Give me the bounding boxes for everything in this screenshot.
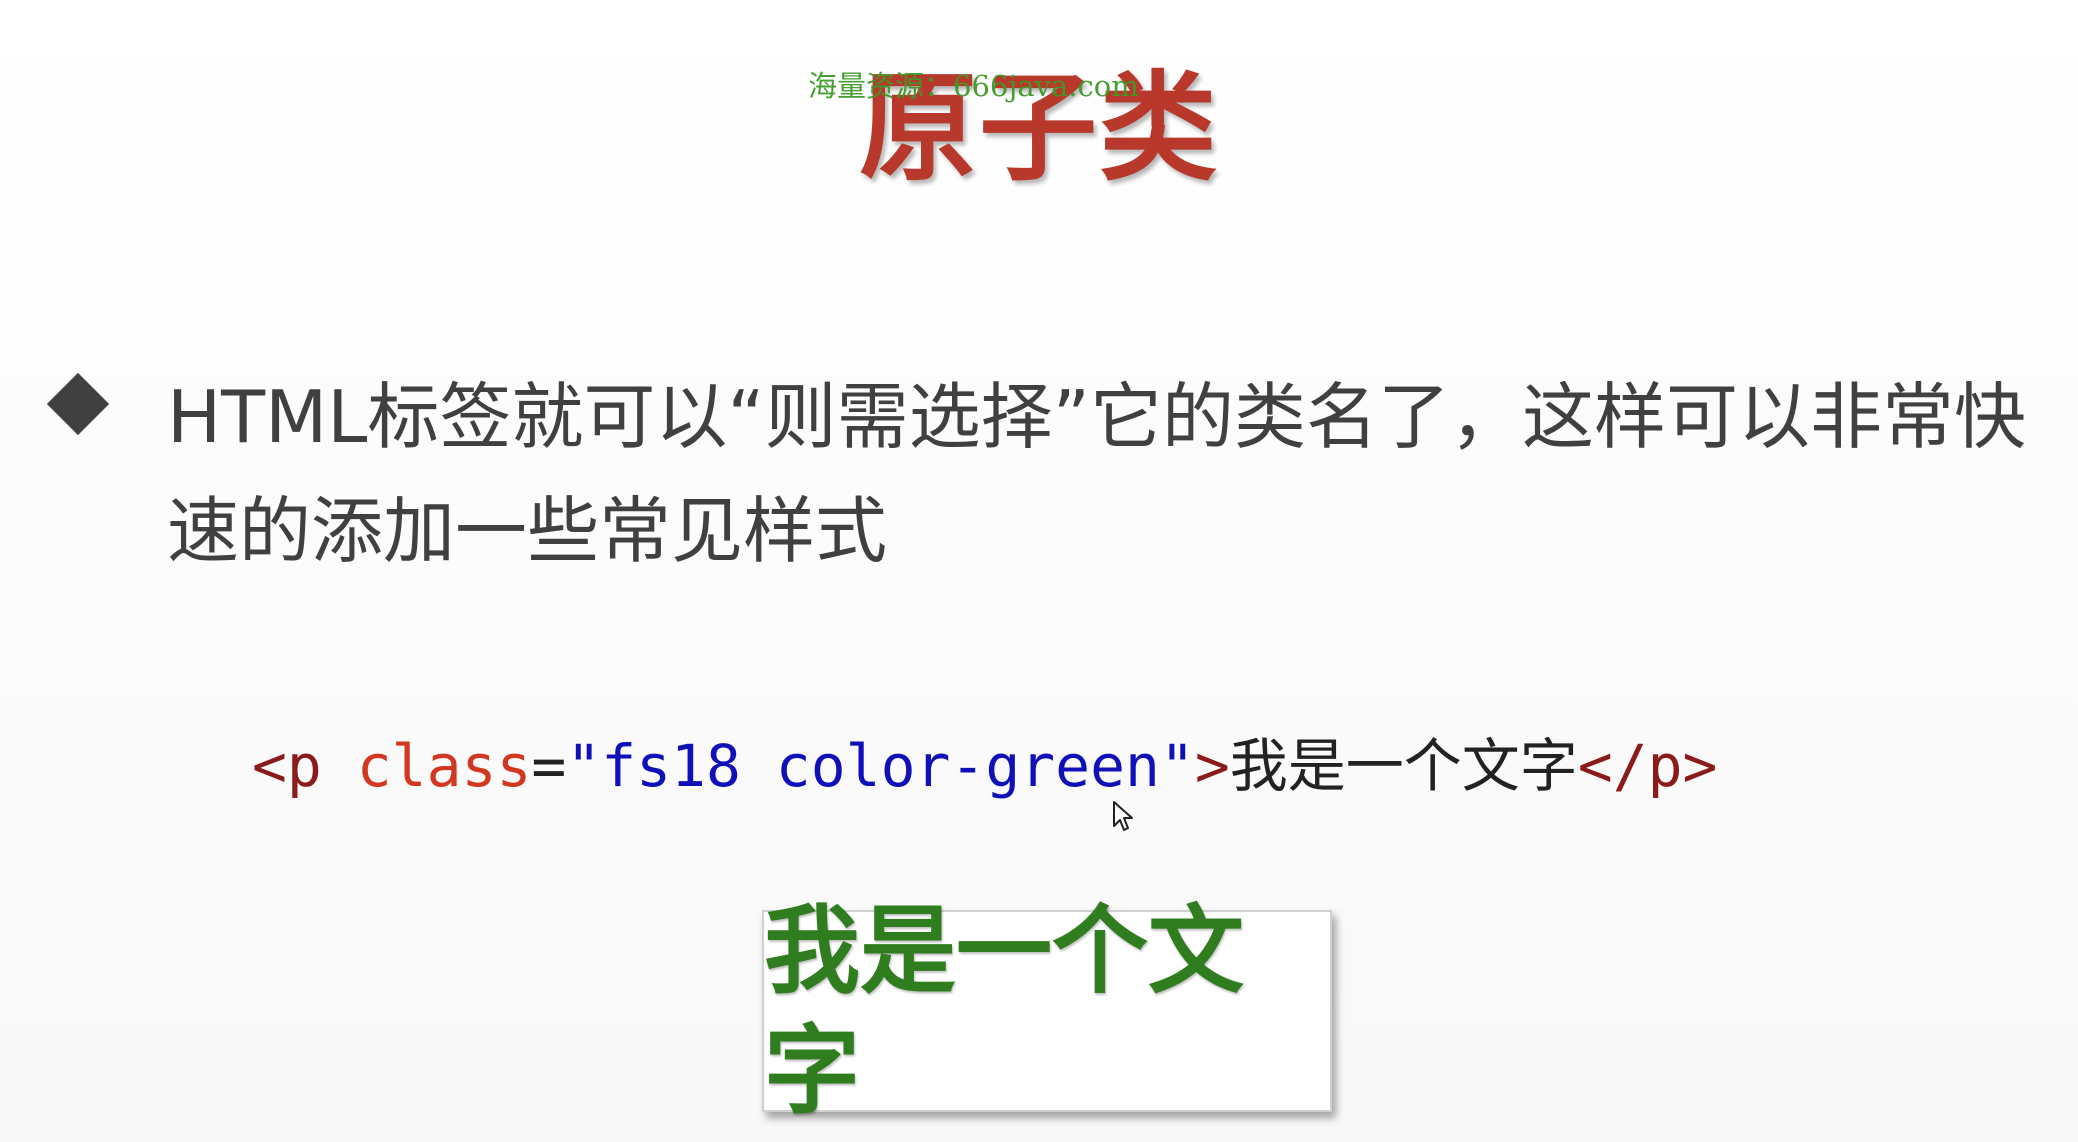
code-content: 我是一个文字 xyxy=(1229,732,1578,800)
code-attribute-value: "fs18 color-green" xyxy=(566,732,1195,800)
diamond-bullet-icon xyxy=(46,372,110,436)
slide: 原子类 海量资源：666java.com HTML标签就可以“则需选择”它的类名… xyxy=(0,0,2078,1142)
code-tag-name: p xyxy=(286,732,322,800)
code-end-tag: </p> xyxy=(1577,732,1718,800)
mouse-pointer-icon xyxy=(1113,801,1133,831)
demo-output-box: 我是一个文字 xyxy=(762,895,1332,1127)
code-open-bracket: < xyxy=(252,732,287,800)
bullet-text: HTML标签就可以“则需选择”它的类名了，这样可以非常快速的添加一些常见样式 xyxy=(167,375,2026,573)
code-attribute: class xyxy=(356,732,532,800)
code-close-bracket: > xyxy=(1194,732,1230,800)
watermark: 海量资源：666java.com xyxy=(808,69,1139,103)
code-equals: = xyxy=(531,732,567,800)
demo-output-text: 我是一个文字 xyxy=(764,895,1244,1127)
code-example: <p class="fs18 color-green">我是一个文字</p> xyxy=(252,726,1717,806)
